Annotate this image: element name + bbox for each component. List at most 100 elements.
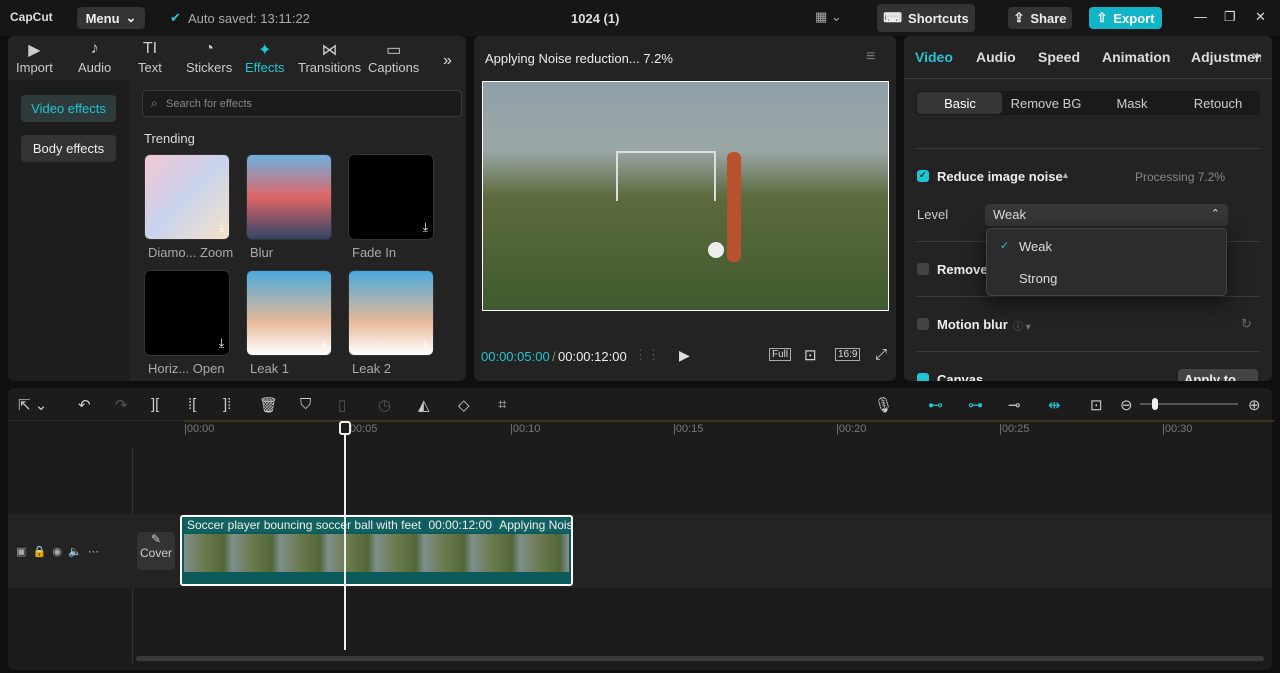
collapse-icon[interactable]: ▲ — [1061, 170, 1070, 180]
rotate-icon[interactable]: ◇ — [458, 396, 470, 414]
tab-speed[interactable]: Speed — [1038, 49, 1080, 65]
tab-animation[interactable]: Animation — [1102, 49, 1170, 65]
tab-adjustment[interactable]: Adjustment — [1191, 49, 1261, 65]
effect-item[interactable]: ⤓ — [144, 154, 230, 240]
tab-captions[interactable]: ▭ Captions — [368, 40, 419, 75]
sidebar-item-video-effects[interactable]: Video effects — [21, 95, 116, 122]
split-left-icon[interactable]: ⁞[ — [188, 396, 196, 413]
download-icon[interactable]: ⤓ — [219, 220, 224, 235]
effect-item[interactable] — [246, 154, 332, 240]
clip-status: Applying Nois — [497, 518, 573, 532]
tab-audio[interactable]: Audio — [976, 49, 1016, 65]
noise-checkbox[interactable]: ✓ — [917, 170, 929, 182]
video-preview[interactable] — [482, 81, 889, 311]
subtab-mask[interactable]: Mask — [1089, 96, 1175, 111]
crop-icon[interactable]: ⌗ — [498, 396, 506, 413]
subtab-retouch[interactable]: Retouch — [1175, 96, 1261, 111]
video-clip[interactable]: Soccer player bouncing soccer ball with … — [180, 515, 573, 586]
zoom-slider[interactable] — [1140, 398, 1238, 410]
remove-checkbox[interactable] — [917, 263, 929, 275]
zoom-slider-handle[interactable] — [1152, 398, 1158, 410]
processing-label: Processing 7.2% — [1135, 170, 1226, 184]
zoom-in-icon[interactable]: ⊕ — [1248, 396, 1261, 414]
subtab-remove-bg[interactable]: Remove BG — [1003, 96, 1089, 111]
fullscreen-icon[interactable]: ⤢ — [875, 346, 887, 363]
apply-to-all-button[interactable]: Apply to all — [1178, 369, 1258, 381]
delete-icon[interactable]: 🗑 — [259, 396, 278, 414]
frames-icon[interactable]: ⋮⋮ — [634, 347, 660, 363]
select-tool-icon[interactable]: ⇱ ⌄ — [18, 396, 47, 414]
reset-icon[interactable]: ↻ — [1241, 316, 1252, 332]
effect-item[interactable]: ⤓ — [246, 270, 332, 356]
menu-button[interactable]: Menu ⌄ — [77, 7, 145, 29]
tab-video[interactable]: Video — [915, 49, 953, 65]
tab-import[interactable]: ▶ Import — [16, 40, 53, 75]
maximize-icon[interactable]: ❐ — [1224, 9, 1236, 25]
layout-icon[interactable]: ▦ ⌄ — [815, 9, 842, 25]
microphone-icon[interactable]: 🎙 — [874, 396, 893, 414]
close-icon[interactable]: ✕ — [1255, 9, 1266, 25]
full-button[interactable]: Full — [769, 348, 792, 361]
sidebar-item-body-effects[interactable]: Body effects — [21, 135, 116, 162]
download-icon[interactable]: ⤓ — [219, 336, 224, 351]
undo-icon[interactable]: ↶ — [78, 396, 91, 414]
tab-label: Captions — [368, 60, 420, 75]
effects-search-input[interactable]: ⌕ Search for effects — [142, 90, 462, 117]
zoom-fit-icon[interactable]: ⊡ — [804, 346, 817, 364]
effect-item[interactable]: ⤓ — [348, 270, 434, 356]
more-icon[interactable]: ⋯ — [88, 546, 99, 558]
auto-snap-icon[interactable]: ⊶ — [968, 396, 983, 414]
level-select[interactable]: Weak ⌃ — [985, 204, 1228, 226]
effect-item[interactable]: ⤓ — [144, 270, 230, 356]
download-icon[interactable]: ⤓ — [423, 336, 428, 351]
main-track-magnet-icon[interactable]: ⊷ — [928, 396, 943, 414]
autosave-status: Auto saved: 13:11:22 — [188, 11, 310, 26]
zoom-fit-timeline-icon[interactable]: ⊡ — [1090, 396, 1103, 414]
more-tabs-icon[interactable]: » — [1252, 47, 1260, 64]
subtab-basic[interactable]: Basic — [917, 96, 1003, 111]
freeze-icon[interactable]: ▯ — [338, 396, 346, 414]
download-icon[interactable]: ⤓ — [321, 336, 326, 351]
preview-axis-icon[interactable]: ⇹ — [1048, 396, 1061, 414]
project-title: 1024 (1) — [571, 11, 620, 26]
shortcuts-button[interactable]: ⌨ Shortcuts — [877, 4, 975, 32]
share-button[interactable]: ⇪ Share — [1008, 7, 1072, 29]
download-icon[interactable]: ⤓ — [423, 220, 428, 235]
link-icon[interactable]: ⊸ — [1008, 396, 1021, 414]
help-icon[interactable]: ⓘ ▾ — [1013, 318, 1031, 333]
split-icon[interactable]: ][ — [151, 396, 159, 413]
effect-label: Blur — [250, 245, 274, 260]
tab-audio[interactable]: ♪ Audio — [78, 40, 111, 75]
mirror-icon[interactable]: ◭ — [418, 396, 430, 414]
redo-icon[interactable]: ↷ — [115, 396, 128, 414]
playhead[interactable] — [344, 428, 346, 650]
reverse-icon[interactable]: ◷ — [378, 396, 391, 414]
cover-button[interactable]: ✎ Cover — [137, 532, 175, 570]
tab-effects[interactable]: ✦ Effects — [245, 40, 285, 75]
timeline-scrollbar[interactable] — [136, 656, 1264, 661]
more-tabs-icon[interactable]: » — [443, 52, 452, 70]
option-strong[interactable]: Strong — [987, 265, 1226, 293]
track-cover-icon[interactable]: ▣ — [16, 546, 26, 558]
tab-text[interactable]: TI Text — [138, 40, 162, 75]
ratio-button[interactable]: 16:9 — [835, 348, 861, 361]
tab-stickers[interactable]: ◔ Stickers — [186, 40, 232, 75]
effect-item[interactable]: ⤓ — [348, 154, 434, 240]
option-weak[interactable]: ✓ Weak — [987, 233, 1226, 261]
split-right-icon[interactable]: ]⁞ — [223, 396, 231, 413]
motion-blur-checkbox[interactable] — [917, 318, 929, 330]
ruler-tick: |00:00 — [184, 423, 215, 435]
play-icon[interactable]: ▶ — [679, 347, 690, 364]
canvas-checkbox[interactable] — [917, 373, 929, 381]
export-button[interactable]: ⇧ Export — [1089, 7, 1162, 29]
ruler-tick: |00:30 — [1162, 423, 1193, 435]
zoom-out-icon[interactable]: ⊖ — [1120, 396, 1133, 414]
speaker-icon[interactable]: 🔈 — [68, 546, 82, 558]
player-menu-icon[interactable]: ≡ — [866, 48, 875, 66]
playhead-handle[interactable] — [339, 421, 351, 435]
tab-transitions[interactable]: ⋈ Transitions — [298, 40, 361, 75]
eye-icon[interactable]: ◉ — [52, 546, 62, 558]
marker-icon[interactable]: ⛉ — [300, 396, 311, 413]
lock-icon[interactable]: 🔒 — [33, 546, 47, 558]
minimize-icon[interactable]: — — [1194, 9, 1207, 24]
